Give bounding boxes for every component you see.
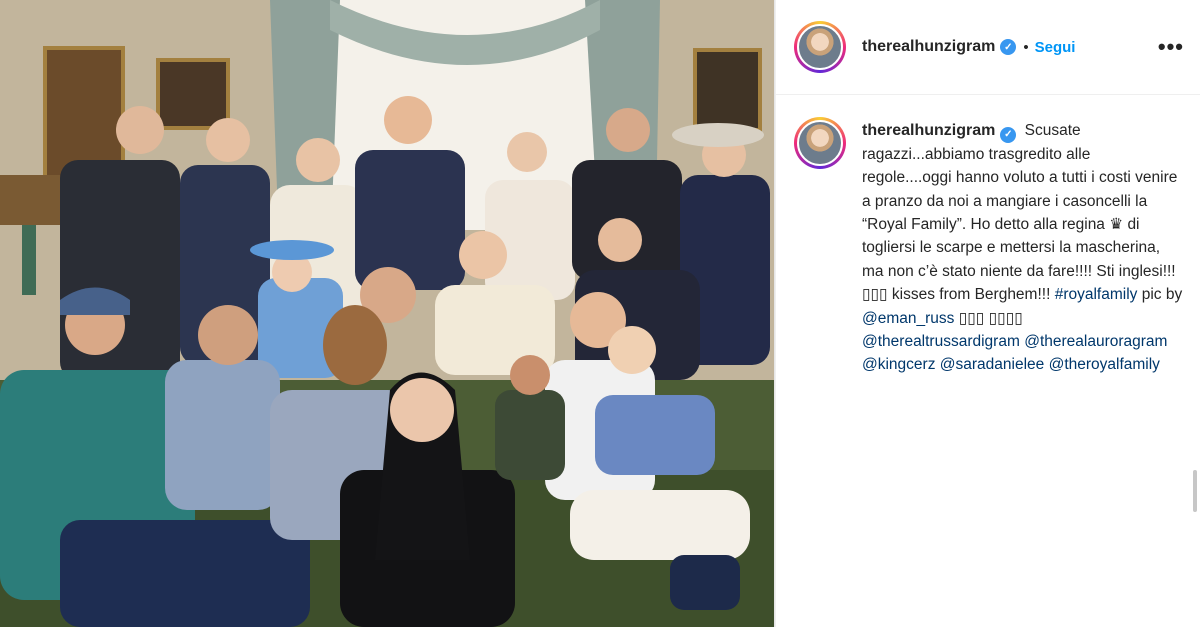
mention-link[interactable]: @therealauroragram [1024, 333, 1167, 350]
post-side-panel: therealhunzigram ✓ • Segui ••• therealhu… [775, 0, 1200, 627]
verified-badge-icon: ✓ [1000, 126, 1017, 143]
profile-avatar[interactable] [794, 21, 846, 73]
post-caption: therealhunzigram ✓ Scusate ragazzi...abbi… [776, 95, 1200, 377]
more-options-icon[interactable]: ••• [1158, 36, 1184, 58]
caption-username[interactable]: therealhunzigram [862, 122, 995, 139]
caption-body: therealhunzigram ✓ Scusate ragazzi...abbi… [862, 119, 1184, 377]
post-header: therealhunzigram ✓ • Segui ••• [776, 0, 1200, 95]
instagram-post-viewer: therealhunzigram ✓ • Segui ••• therealhu… [0, 0, 1200, 627]
mention-link[interactable]: @therealtrussardigram [862, 333, 1020, 350]
follow-button[interactable]: Segui [1035, 39, 1076, 56]
mention-link[interactable]: @kingcerz [862, 356, 935, 373]
verified-badge-icon: ✓ [1000, 39, 1017, 55]
mention-link[interactable]: @eman_russ [862, 310, 954, 327]
header-separator: • [1023, 38, 1029, 56]
header-username[interactable]: therealhunzigram [862, 38, 995, 56]
caption-text: pic by [1141, 286, 1183, 304]
mention-link[interactable]: @theroyalfamily [1049, 356, 1160, 373]
caption-text: Scusate ragazzi...abbiamo trasgredito al… [862, 122, 1178, 304]
caption-text: ▯▯▯ ▯▯▯▯ [958, 309, 1023, 327]
avatar-image [797, 24, 843, 70]
post-photo[interactable] [0, 0, 775, 627]
avatar-image [797, 120, 843, 166]
photo-illustration [0, 0, 774, 627]
comments-scrollbar[interactable] [1193, 470, 1197, 512]
mention-link[interactable]: @saradanielee [940, 356, 1045, 373]
caption-avatar[interactable] [794, 117, 846, 169]
hashtag-link[interactable]: #royalfamily [1055, 286, 1138, 303]
